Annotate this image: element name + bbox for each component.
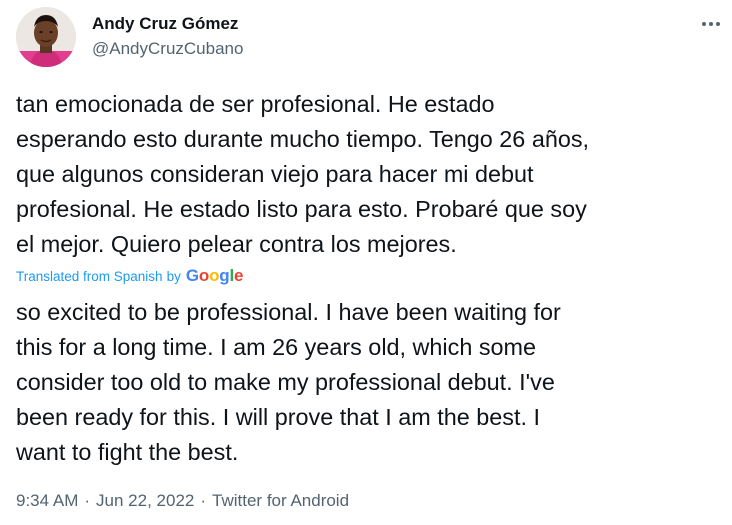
tweet-time[interactable]: 9:34 AM bbox=[16, 491, 78, 510]
more-options-button[interactable] bbox=[694, 10, 728, 38]
google-logo-letter: o bbox=[198, 266, 210, 285]
translated-by-label: by bbox=[166, 268, 181, 284]
author-display-name[interactable]: Andy Cruz Gómez bbox=[92, 14, 238, 34]
avatar[interactable] bbox=[16, 7, 76, 67]
google-logo-letter: o bbox=[209, 266, 220, 285]
author-handle[interactable]: @AndyCruzCubano bbox=[92, 39, 243, 59]
tweet: Andy Cruz Gómez @AndyCruzCubano tan emoc… bbox=[0, 0, 732, 525]
google-logo: Google bbox=[185, 266, 244, 286]
separator-dot: · bbox=[84, 491, 91, 510]
google-logo-letter: g bbox=[219, 266, 230, 285]
tweet-source[interactable]: Twitter for Android bbox=[212, 491, 349, 510]
profile-photo bbox=[16, 7, 76, 67]
separator-dot: · bbox=[200, 491, 207, 510]
tweet-translated-text: so excited to be professional. I have be… bbox=[16, 299, 561, 465]
tweet-metadata: 9:34 AM · Jun 22, 2022 · Twitter for Android bbox=[16, 491, 349, 511]
translation-attribution: Translated from Spanish by Google bbox=[16, 265, 243, 287]
google-logo-letter: G bbox=[185, 266, 199, 285]
google-logo-letter: e bbox=[233, 266, 244, 285]
more-horizontal-icon bbox=[702, 22, 720, 26]
tweet-original-text: tan emocionada de ser profesional. He es… bbox=[16, 91, 590, 257]
tweet-date[interactable]: Jun 22, 2022 bbox=[96, 491, 194, 510]
translated-from-link[interactable]: Translated from Spanish bbox=[16, 269, 163, 284]
